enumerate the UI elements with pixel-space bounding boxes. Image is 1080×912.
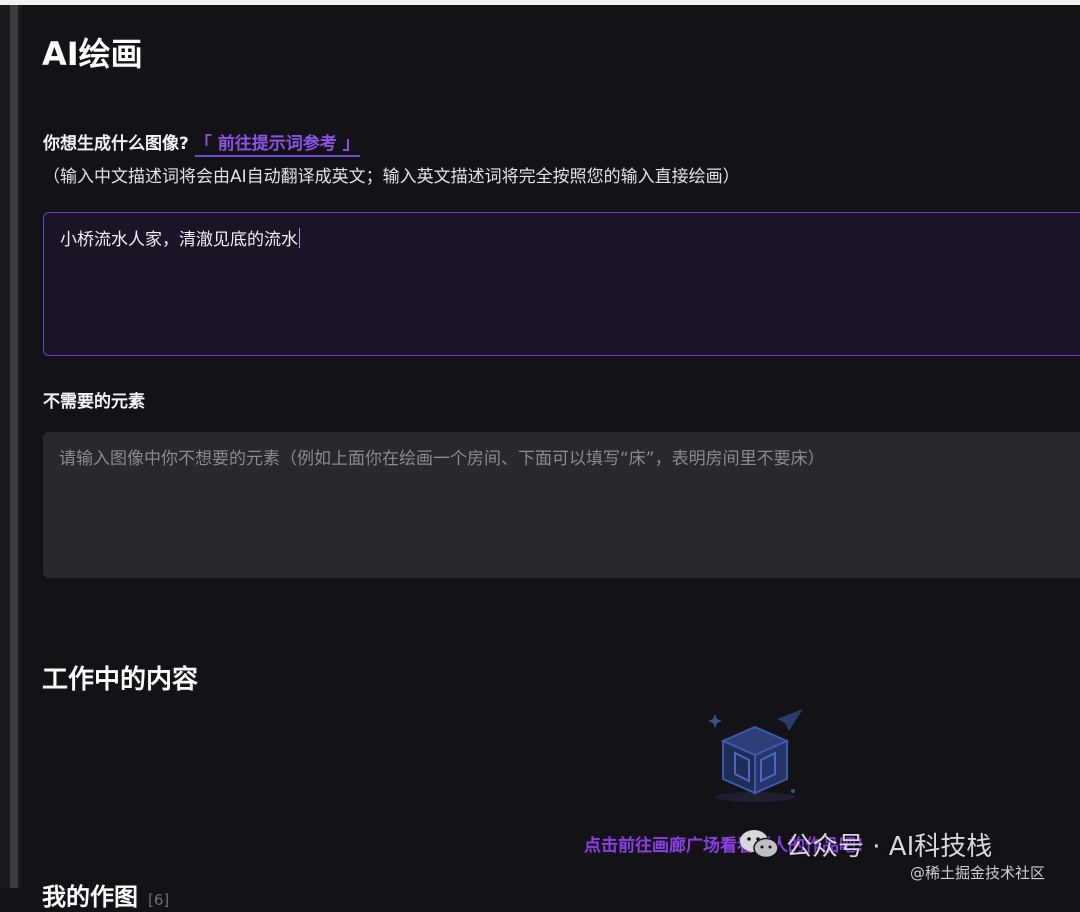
my-works-count: [6] — [148, 891, 170, 909]
my-works-title-text: 我的作图 — [42, 883, 138, 911]
wechat-watermark-text: 公众号 · AI科技栈 — [786, 832, 993, 862]
prompt-input[interactable]: 小桥流水人家，清澈见底的流水 — [43, 212, 1080, 356]
my-works-title: 我的作图 [6] — [42, 877, 169, 912]
wechat-icon — [740, 830, 779, 859]
prompt-reference-link[interactable]: 「 前往提示词参考 」 — [194, 134, 360, 157]
wechat-watermark: 公众号 · AI科技栈 — [738, 826, 992, 863]
empty-box-icon — [708, 709, 803, 802]
negative-prompt-input[interactable]: 请输入图像中你不想要的元素（例如上面你在绘画一个房间、下面可以填写“床”，表明房… — [43, 432, 1080, 578]
prompt-input-value: 小桥流水人家，清澈见底的流水 — [60, 230, 298, 250]
negative-prompt-placeholder: 请输入图像中你不想要的元素（例如上面你在绘画一个房间、下面可以填写“床”，表明房… — [59, 449, 825, 469]
page-title: AI绘画 — [42, 35, 143, 73]
main-panel: AI绘画 你想生成什么图像? 「 前往提示词参考 」 （输入中文描述词将会由AI… — [22, 5, 1080, 911]
sidebar-scroll-stripe — [10, 5, 18, 888]
negative-prompt-label: 不需要的元素 — [43, 392, 145, 412]
left-sidebar-edge — [0, 5, 22, 888]
prompt-hint: （输入中文描述词将会由AI自动翻译成英文；输入英文描述词将完全按照您的输入直接绘… — [43, 167, 740, 187]
site-watermark: @稀土掘金技术社区 — [910, 864, 1046, 882]
text-caret — [299, 228, 300, 248]
working-section-title: 工作中的内容 — [42, 665, 199, 695]
prompt-label: 你想生成什么图像? 「 前往提示词参考 」 — [43, 129, 360, 157]
prompt-label-text: 你想生成什么图像? — [43, 134, 189, 154]
